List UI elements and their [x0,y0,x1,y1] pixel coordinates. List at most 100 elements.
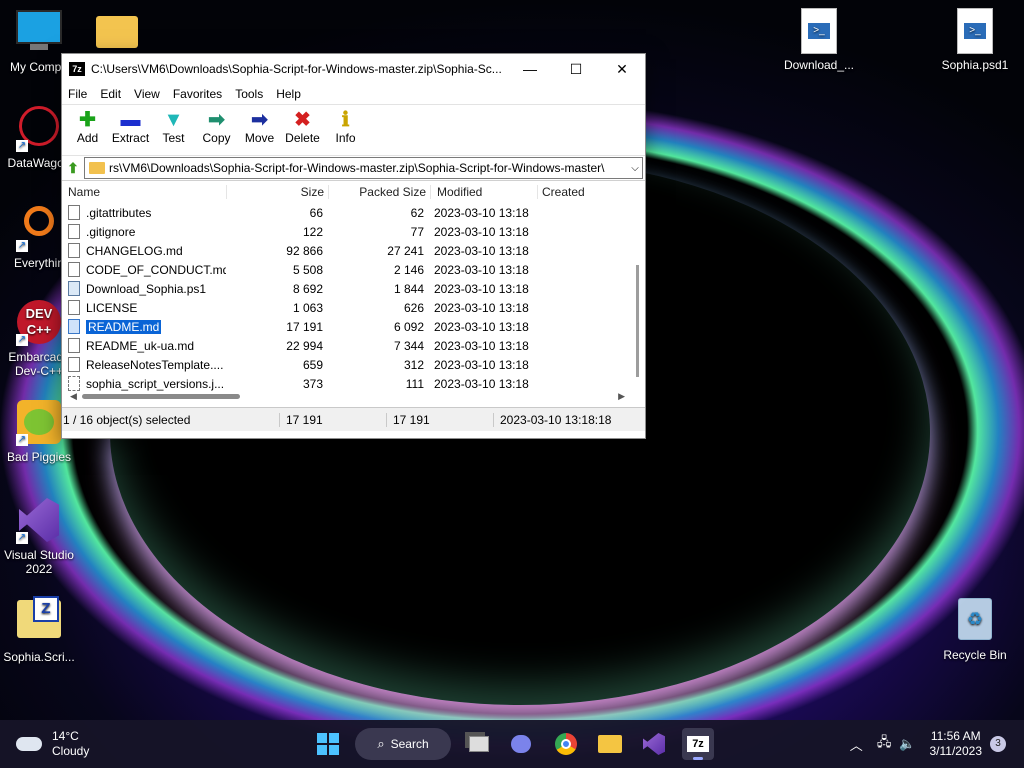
file-name: LICENSE [86,300,138,315]
add-icon: ✚ [79,109,96,131]
column-packed-size[interactable]: Packed Size [329,185,431,199]
7zip-icon: 7z [69,62,85,76]
file-size: 5 508 [292,262,323,277]
folder-icon [89,162,105,174]
up-folder-icon[interactable]: ⬆ [62,160,84,177]
file-name: ReleaseNotesTemplate.... [86,357,224,372]
test-label: Test [162,131,185,145]
7zip-window[interactable]: 7z C:\Users\VM6\Downloads\Sophia-Script-… [61,53,646,439]
info-button[interactable]: ℹ Info [324,105,367,155]
file-packed-size: 27 241 [387,243,424,258]
start-icon[interactable] [312,728,344,760]
column-name[interactable]: Name [62,185,227,199]
file-list[interactable]: Name Size Packed Size Modified Created .… [62,180,645,407]
weather-temp: 14°C [52,729,79,743]
desktop-icon-sophia-zip[interactable]: Z Sophia.Scri... [0,596,78,664]
file-size: 92 866 [286,243,323,258]
copy-button[interactable]: ➡ Copy [195,105,238,155]
network-icon[interactable]: 🖧 [877,733,892,755]
column-created[interactable]: Created [538,185,642,199]
title-bar[interactable]: 7z C:\Users\VM6\Downloads\Sophia-Script-… [62,54,645,84]
chevron-up-icon[interactable]: ︿ [850,735,863,754]
file-packed-size: 1 844 [393,281,424,296]
menu-tools[interactable]: Tools [235,87,263,101]
notification-badge[interactable]: 3 [990,736,1006,752]
chevron-down-icon[interactable]: ⌵ [628,163,642,174]
table-row[interactable]: LICENSE 1 063 626 2023-03-10 13:18 [62,298,645,317]
file-icon [68,319,80,334]
file-icon [68,224,80,239]
search-label: Search [390,737,429,751]
file-size: 1 063 [292,300,323,315]
desktop-icon-label: Visual Studio 2022 [4,548,74,576]
close-button[interactable]: ✕ [599,54,645,84]
table-row[interactable]: Download_Sophia.ps1 8 692 1 844 2023-03-… [62,279,645,298]
desktop-icon-sophia-psd1[interactable]: >_ Sophia.psd1 [936,8,1014,72]
taskbar: 14°C Cloudy ⌕ Search 7z ︿ 🖧 🔈 11:56 AM 3… [0,720,1024,768]
status-selection: 1 / 16 object(s) selected [62,412,280,427]
move-label: Move [244,131,275,145]
file-modified: 2023-03-10 13:18 [434,281,529,296]
move-button[interactable]: ➡ Move [238,105,281,155]
add-button[interactable]: ✚ Add [66,105,109,155]
table-row[interactable]: ReleaseNotesTemplate.... 659 312 2023-03… [62,355,645,374]
scroll-right-icon[interactable]: ▶ [618,391,625,402]
copy-icon: ➡ [208,109,225,131]
file-modified: 2023-03-10 13:18 [434,243,529,258]
chrome-icon[interactable] [550,728,582,760]
vertical-scrollbar[interactable] [636,265,639,377]
table-row[interactable]: CODE_OF_CONDUCT.md 5 508 2 146 2023-03-1… [62,260,645,279]
7zip-taskbar-icon[interactable]: 7z [682,728,714,760]
info-label: Info [335,131,356,145]
file-explorer-icon[interactable] [594,728,626,760]
search-button[interactable]: ⌕ Search [355,728,451,760]
menu-view[interactable]: View [134,87,160,101]
minimize-button[interactable]: — [507,54,553,84]
desktop-icon-download-ps1[interactable]: >_ Download_... [780,8,858,72]
column-headers: Name Size Packed Size Modified Created [62,181,645,203]
column-size[interactable]: Size [227,185,329,199]
clock[interactable]: 11:56 AM 3/11/2023 [930,729,983,759]
bad-piggies-icon: ↗ [16,400,62,446]
extract-button[interactable]: ▬ Extract [109,105,152,155]
visual-studio-icon[interactable] [638,728,670,760]
file-modified: 2023-03-10 13:18 [434,205,529,220]
menu-edit[interactable]: Edit [100,87,121,101]
horizontal-scrollbar[interactable]: ◀ ▶ [70,391,625,401]
desktop-icon-recycle-bin[interactable]: ♻ Recycle Bin [936,598,1014,662]
everything-icon: ↗ [16,206,62,252]
desktop-icon-visual-studio[interactable]: ↗ Visual Studio 2022 [0,498,78,576]
file-icon [68,357,80,372]
volume-icon[interactable]: 🔈 [899,736,915,752]
delete-button[interactable]: ✖ Delete [281,105,324,155]
file-packed-size: 77 [410,224,424,239]
file-packed-size: 626 [403,300,424,315]
maximize-button[interactable]: ☐ [553,54,599,84]
teams-chat-icon[interactable] [505,728,537,760]
scroll-thumb[interactable] [82,394,240,399]
address-bar: ⬆ rs\VM6\Downloads\Sophia-Script-for-Win… [62,155,645,180]
table-row-selected[interactable]: README.md 17 191 6 092 2023-03-10 13:18 [62,317,645,336]
address-field[interactable]: rs\VM6\Downloads\Sophia-Script-for-Windo… [84,157,643,179]
datawagon-icon: ↗ [16,106,62,152]
desktop-icon-label: Sophia.psd1 [941,58,1009,72]
table-row[interactable]: .gitignore 122 77 2023-03-10 13:18 [62,222,645,241]
status-size: 17 191 [280,412,387,427]
table-row[interactable]: README_uk-ua.md 22 994 7 344 2023-03-10 … [62,336,645,355]
menu-file[interactable]: File [68,87,87,101]
test-button[interactable]: ▼ Test [152,105,195,155]
table-row[interactable]: CHANGELOG.md 92 866 27 241 2023-03-10 13… [62,241,645,260]
powershell-file-icon [68,281,80,296]
menu-help[interactable]: Help [276,87,301,101]
status-bar: 1 / 16 object(s) selected 17 191 17 191 … [62,407,645,431]
status-packed: 17 191 [387,412,494,427]
table-row[interactable]: .gitattributes 66 62 2023-03-10 13:18 [62,203,645,222]
task-view-icon[interactable] [463,728,495,760]
menu-favorites[interactable]: Favorites [173,87,222,101]
column-modified[interactable]: Modified [431,185,538,199]
scroll-left-icon[interactable]: ◀ [70,391,77,402]
system-tray: ︿ 🖧 🔈 11:56 AM 3/11/2023 3 [850,720,1024,768]
weather-widget[interactable]: 14°C Cloudy [16,729,89,759]
clock-date: 3/11/2023 [929,744,983,758]
powershell-file-icon: >_ [796,8,842,54]
